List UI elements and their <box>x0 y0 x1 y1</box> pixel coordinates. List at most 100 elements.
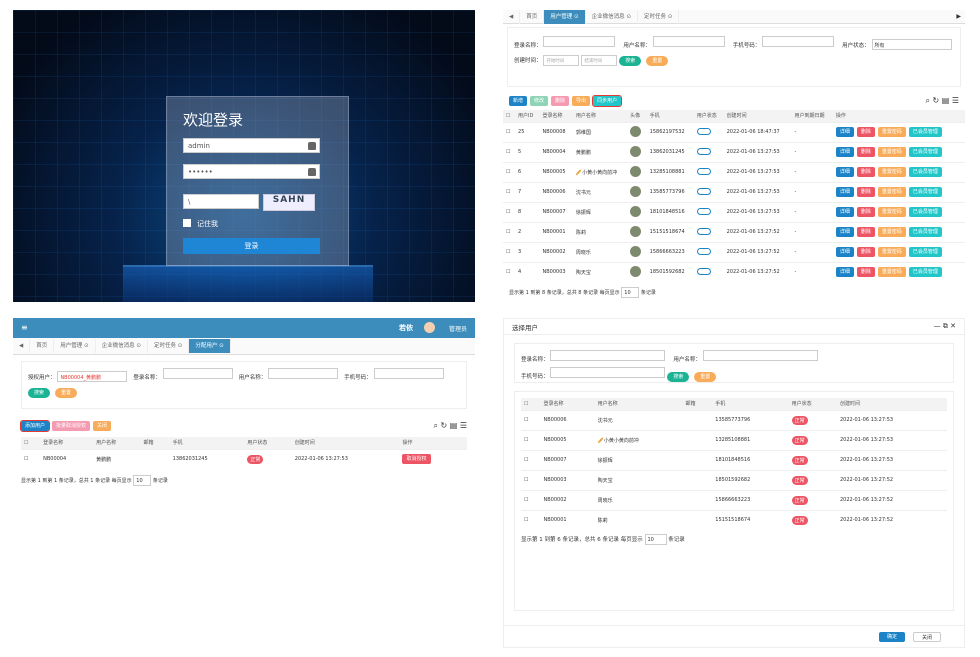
member-admin-button[interactable]: 已会员管理 <box>908 267 942 278</box>
detail-button[interactable]: 详细 <box>835 167 854 177</box>
tab-user-admin[interactable]: 用户管理 ⊙ <box>544 10 586 24</box>
delete-button[interactable]: 删除 <box>856 207 875 217</box>
tab-assign-user[interactable]: 分配用户 ⊙ <box>189 339 231 353</box>
col-user-name[interactable]: 用户名称 <box>572 110 628 122</box>
detail-button[interactable]: 详细 <box>835 267 854 278</box>
delete-button[interactable]: 删除 <box>856 167 875 177</box>
col-created[interactable]: 创建时间 <box>723 110 792 122</box>
search-icon[interactable]: ⌕ ↻ ▤ ☰ <box>925 96 959 106</box>
row-checkbox[interactable]: ☐ <box>503 181 516 202</box>
search-button[interactable]: 搜索 <box>619 56 642 66</box>
row-checkbox[interactable]: ☐ <box>503 161 516 182</box>
member-admin-button[interactable]: 已会员管理 <box>908 147 942 157</box>
tab-user-admin[interactable]: 用户管理 ⊙ <box>54 339 96 353</box>
delete-button[interactable]: 删除 <box>551 96 570 106</box>
close-button[interactable]: 关闭 <box>93 421 112 431</box>
user-name-input[interactable] <box>652 36 725 47</box>
row-checkbox[interactable]: ☐ <box>503 261 516 282</box>
detail-button[interactable]: 详细 <box>835 187 854 197</box>
batch-revoke-button[interactable]: 批量取消授权 <box>52 421 91 431</box>
row-checkbox[interactable]: ☐ <box>521 469 541 490</box>
avatar[interactable] <box>630 265 642 277</box>
status-toggle[interactable] <box>696 207 711 215</box>
login-name-input[interactable] <box>543 36 616 47</box>
sync-users-button[interactable]: 同步用户 <box>592 95 623 107</box>
start-date-input[interactable]: 开始时间 <box>543 55 580 66</box>
captcha-input[interactable]: \ <box>183 194 259 209</box>
row-checkbox[interactable]: ☐ <box>503 141 516 162</box>
row-checkbox[interactable]: ☐ <box>521 509 541 530</box>
tab-wechat[interactable]: 企业微信消息 ⊙ <box>586 10 638 24</box>
row-checkbox[interactable]: ☐ <box>503 241 516 262</box>
window-controls-icon[interactable]: — ⧉ ✕ <box>934 322 956 331</box>
col-user-id[interactable]: 用户ID <box>515 110 540 122</box>
reset-password-button[interactable]: 重置密码 <box>877 167 906 177</box>
tab-home[interactable]: 首页 <box>520 10 545 24</box>
tab-wechat[interactable]: 企业微信消息 ⊙ <box>96 339 148 353</box>
detail-button[interactable]: 详细 <box>835 127 854 137</box>
login-button[interactable]: 登录 <box>183 238 320 254</box>
row-checkbox[interactable]: ☐ <box>521 429 541 450</box>
page-size-select[interactable]: 10 <box>644 534 667 545</box>
member-admin-button[interactable]: 已会员管理 <box>908 227 942 237</box>
status-toggle[interactable] <box>696 127 711 135</box>
revoke-button[interactable]: 取消授权 <box>402 454 431 465</box>
member-admin-button[interactable]: 已会员管理 <box>908 167 942 177</box>
add-button[interactable]: 新增 <box>509 96 528 106</box>
reset-button[interactable]: 重置 <box>54 388 77 398</box>
delete-button[interactable]: 删除 <box>856 147 875 157</box>
confirm-button[interactable]: 确定 <box>878 632 905 642</box>
col-user-name[interactable]: 用户名称 <box>594 398 683 410</box>
reset-button[interactable]: 重置 <box>694 372 717 382</box>
close-button[interactable]: 关闭 <box>912 632 941 642</box>
tab-forward-icon[interactable]: ▶ <box>956 13 965 20</box>
member-admin-button[interactable]: 已会员管理 <box>908 187 942 197</box>
current-user[interactable]: 管理员 <box>449 324 467 333</box>
edit-button[interactable]: 修改 <box>530 96 549 106</box>
avatar[interactable] <box>630 245 642 257</box>
col-login-name[interactable]: 登录名称 <box>40 437 94 449</box>
row-checkbox[interactable]: ☐ <box>521 449 541 470</box>
reset-button[interactable]: 重置 <box>646 56 669 66</box>
status-toggle[interactable] <box>696 187 711 195</box>
col-expire[interactable]: 用户到期日期 <box>791 110 833 122</box>
member-admin-button[interactable]: 已会员管理 <box>908 207 942 217</box>
table-tools-icon[interactable]: ⌕ ↻ ▤ ☰ <box>433 421 467 431</box>
search-button[interactable]: 搜索 <box>667 372 690 382</box>
avatar[interactable] <box>424 322 435 333</box>
select-all-checkbox[interactable]: ☐ <box>21 437 41 449</box>
tab-schedule[interactable]: 定时任务 ⊙ <box>638 10 680 24</box>
member-admin-button[interactable]: 已会员管理 <box>908 247 942 257</box>
delete-button[interactable]: 删除 <box>856 187 875 197</box>
col-user-name[interactable]: 用户名称 <box>93 437 141 449</box>
detail-button[interactable]: 详细 <box>835 147 854 157</box>
avatar[interactable] <box>630 125 642 137</box>
select-all-checkbox[interactable]: ☐ <box>503 110 516 122</box>
search-button[interactable]: 搜索 <box>28 388 51 398</box>
row-checkbox[interactable]: ☐ <box>503 201 516 222</box>
menu-icon[interactable]: ≡ <box>21 323 28 332</box>
row-checkbox[interactable]: ☐ <box>521 489 541 510</box>
detail-button[interactable]: 详细 <box>835 227 854 237</box>
col-created[interactable]: 创建时间 <box>836 398 947 410</box>
avatar[interactable] <box>630 165 642 177</box>
reset-password-button[interactable]: 重置密码 <box>877 127 906 137</box>
reset-password-button[interactable]: 重置密码 <box>877 247 906 257</box>
tab-schedule[interactable]: 定时任务 ⊙ <box>148 339 190 353</box>
add-user-button[interactable]: 添加用户 <box>19 420 51 432</box>
delete-button[interactable]: 删除 <box>856 247 875 257</box>
detail-button[interactable]: 详细 <box>835 207 854 217</box>
captcha-image[interactable]: SAHN <box>263 194 315 211</box>
phone-input[interactable] <box>762 36 835 47</box>
tab-back-icon[interactable]: ◀ <box>503 10 521 24</box>
login-name-input[interactable] <box>550 350 666 361</box>
user-name-input[interactable] <box>702 350 818 361</box>
col-created[interactable]: 创建时间 <box>291 437 400 449</box>
username-input[interactable]: admin <box>183 138 320 153</box>
reset-password-button[interactable]: 重置密码 <box>877 187 906 197</box>
row-checkbox[interactable]: ☐ <box>21 448 41 469</box>
reset-password-button[interactable]: 重置密码 <box>877 267 906 278</box>
col-login-name[interactable]: 登录名称 <box>540 398 595 410</box>
tab-back-icon[interactable]: ◀ <box>13 339 31 353</box>
status-toggle[interactable] <box>696 227 711 235</box>
